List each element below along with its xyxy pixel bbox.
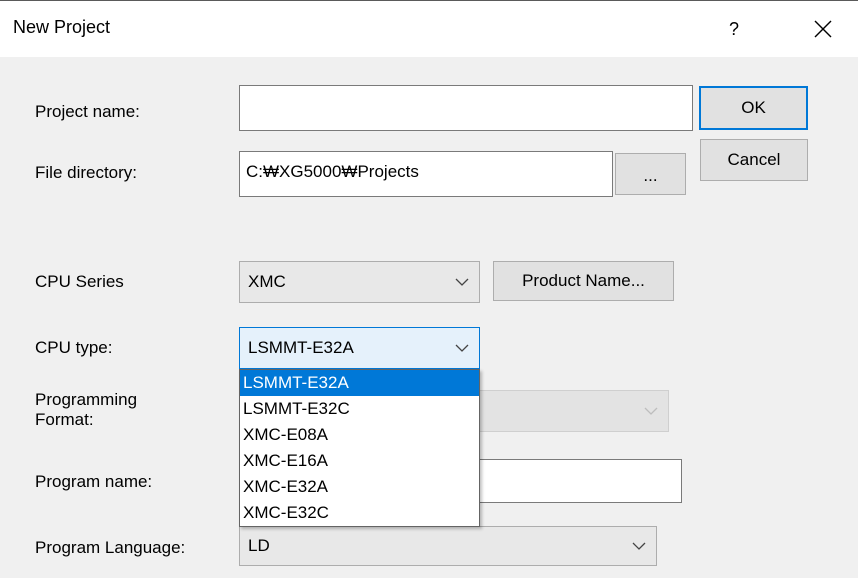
program-language-label: Program Language: xyxy=(35,538,186,557)
cpu-type-option[interactable]: XMC-E32A xyxy=(240,474,479,500)
file-directory-input[interactable]: C:₩XG5000₩Projects xyxy=(239,151,613,197)
cpu-series-label: CPU Series xyxy=(35,272,124,291)
cpu-series-select[interactable]: XMC xyxy=(239,261,480,303)
cpu-type-option[interactable]: XMC-E32C xyxy=(240,500,479,526)
title-bar: New Project ? xyxy=(0,0,858,57)
cpu-series-value: XMC xyxy=(248,272,286,291)
product-name-button[interactable]: Product Name... xyxy=(493,261,674,301)
cpu-type-option[interactable]: LSMMT-E32A xyxy=(240,370,479,396)
cpu-type-select[interactable]: LSMMT-E32A xyxy=(239,327,480,369)
help-button[interactable]: ? xyxy=(716,11,752,47)
chevron-down-icon xyxy=(632,542,646,550)
cpu-type-option[interactable]: XMC-E16A xyxy=(240,448,479,474)
cpu-type-option[interactable]: XMC-E08A xyxy=(240,422,479,448)
ok-button[interactable]: OK xyxy=(699,86,808,130)
close-icon xyxy=(814,20,832,38)
cpu-type-option[interactable]: LSMMT-E32C xyxy=(240,396,479,422)
browse-button[interactable]: ... xyxy=(615,153,686,195)
program-name-label: Program name: xyxy=(35,472,153,491)
cpu-type-label: CPU type: xyxy=(35,338,113,357)
cpu-type-dropdown-list: LSMMT-E32A LSMMT-E32C XMC-E08A XMC-E16A … xyxy=(239,369,480,527)
chevron-down-icon xyxy=(644,407,658,415)
project-name-label: Project name: xyxy=(35,102,140,121)
chevron-down-icon xyxy=(455,344,469,352)
close-button[interactable] xyxy=(803,11,843,47)
cancel-button[interactable]: Cancel xyxy=(700,139,808,181)
file-directory-label: File directory: xyxy=(35,163,138,182)
programming-format-label: Programming Format: xyxy=(35,390,138,429)
program-language-select[interactable]: LD xyxy=(239,526,657,566)
program-language-value: LD xyxy=(248,536,270,555)
dialog-title: New Project xyxy=(13,17,111,37)
project-name-input[interactable] xyxy=(239,85,693,131)
chevron-down-icon xyxy=(455,278,469,286)
cpu-type-value: LSMMT-E32A xyxy=(248,338,354,357)
